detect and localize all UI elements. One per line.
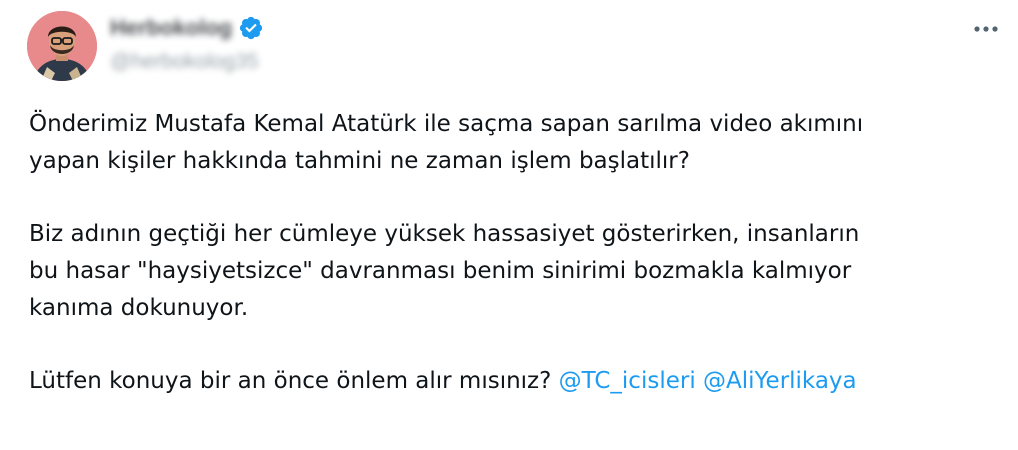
avatar-image xyxy=(27,11,97,81)
tweet-text: Önderimiz Mustafa Kemal Atatürk ile saçm… xyxy=(29,106,1009,400)
tweet-line: Önderimiz Mustafa Kemal Atatürk ile saçm… xyxy=(29,111,864,137)
tweet-card: Herbokolog @herbokolog35 Önderimiz Musta… xyxy=(0,0,1018,450)
author-name-row: Herbokolog xyxy=(110,10,264,46)
tweet-line: Lütfen konuya bir an önce önlem alır mıs… xyxy=(29,368,552,394)
avatar[interactable] xyxy=(27,11,97,81)
tweet-paragraph-2: Biz adının geçtiği her cümleye yüksek ha… xyxy=(29,216,1009,327)
tweet-paragraph-3: Lütfen konuya bir an önce önlem alır mıs… xyxy=(29,363,1009,400)
tweet-line: kanıma dokunuyor. xyxy=(29,295,249,321)
mention-link-ali-yerlikaya[interactable]: @AliYerlikaya xyxy=(703,368,857,394)
tweet-header: Herbokolog @herbokolog35 xyxy=(110,10,264,80)
more-options-button[interactable] xyxy=(966,14,1006,44)
author-display-name[interactable]: Herbokolog xyxy=(110,15,232,41)
tweet-line: yapan kişiler hakkında tahmini ne zaman … xyxy=(29,148,690,174)
tweet-paragraph-1: Önderimiz Mustafa Kemal Atatürk ile saçm… xyxy=(29,106,1009,180)
author-handle[interactable]: @herbokolog35 xyxy=(110,50,264,74)
more-horizontal-icon xyxy=(974,26,998,32)
tweet-line: bu hasar "haysiyetsizce" davranması beni… xyxy=(29,258,852,284)
verified-badge-icon[interactable] xyxy=(238,15,264,41)
mention-link-tc-icisleri[interactable]: @TC_icisleri xyxy=(559,368,696,394)
tweet-line: Biz adının geçtiği her cümleye yüksek ha… xyxy=(29,221,860,247)
